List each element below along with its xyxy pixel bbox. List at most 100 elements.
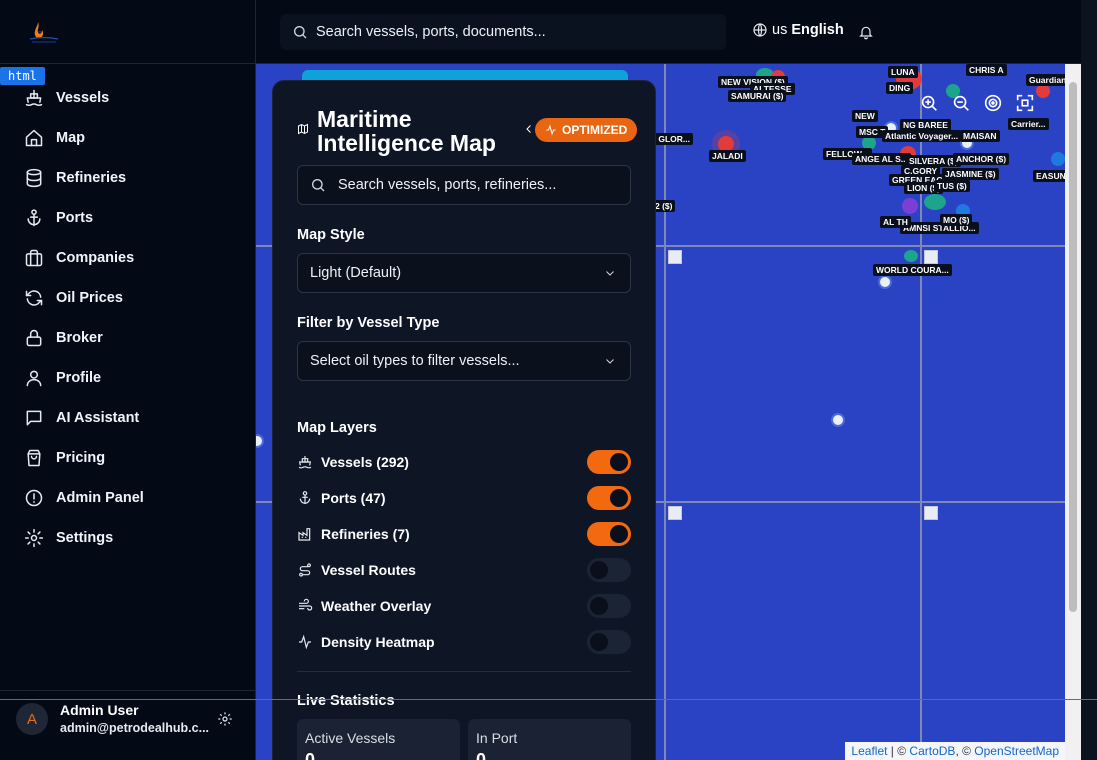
user-settings-icon[interactable]: [217, 711, 233, 727]
vessel-label[interactable]: TUS ($): [934, 180, 970, 192]
layer-weather-overlay: Weather Overlay: [297, 592, 631, 620]
panel-title: Maritime Intelligence Map: [317, 106, 496, 156]
topbar: us English: [256, 0, 1081, 64]
port-marker[interactable]: [878, 275, 892, 289]
sidebar-item-label: Profile: [56, 370, 102, 386]
optimized-badge: OPTIMIZED: [535, 118, 638, 142]
map-icon: [298, 123, 308, 135]
sidebar-item-companies[interactable]: Companies: [0, 238, 255, 278]
globe-icon: [753, 23, 767, 37]
stat-value: 0: [305, 750, 316, 760]
vessel-label[interactable]: NEW: [852, 110, 878, 122]
refineries-toggle[interactable]: [587, 522, 631, 546]
map-tile-border: [664, 64, 666, 760]
language-selector[interactable]: us English: [752, 22, 844, 38]
wind-icon: [299, 598, 313, 611]
port-marker[interactable]: [256, 434, 264, 448]
search-icon: [312, 179, 325, 192]
stat-card-in-port: In Port 0: [468, 719, 631, 760]
layer-refineries: Refineries (7): [297, 520, 631, 548]
activity-icon: [299, 634, 311, 650]
notification-bell-icon[interactable]: [858, 24, 874, 40]
vessel-label[interactable]: MO ($): [940, 214, 973, 226]
vessel-label[interactable]: EASUN: [1033, 170, 1065, 182]
activity-icon: [546, 124, 556, 136]
target-icon[interactable]: [982, 92, 1004, 114]
vessel-marker[interactable]: [904, 250, 918, 262]
briefcase-icon: [25, 249, 43, 267]
scroll-thumb[interactable]: [1069, 82, 1077, 612]
zoom-out-icon[interactable]: [950, 92, 972, 114]
vessel-label[interactable]: CHRIS A: [966, 64, 1007, 76]
vessel-label[interactable]: WORLD COURA...: [873, 264, 952, 276]
home-icon: [25, 129, 43, 147]
map-style-select[interactable]: Light (Default): [297, 253, 631, 293]
anchor-icon: [27, 209, 41, 227]
chevron-left-icon[interactable]: [523, 123, 535, 135]
vessel-label[interactable]: Guardian: [1026, 74, 1065, 86]
sidebar-item-label: Admin Panel: [56, 490, 144, 506]
vessel-label[interactable]: MAISAN: [960, 130, 1000, 142]
vessel-marker[interactable]: [924, 194, 946, 210]
layer-density-heatmap: Density Heatmap: [297, 628, 631, 656]
vessel-routes-toggle[interactable]: [587, 558, 631, 582]
vessel-label[interactable]: JASMINE ($): [942, 168, 999, 180]
panel-search: [297, 165, 631, 205]
vessel-type-filter[interactable]: Select oil types to filter vessels...: [297, 341, 631, 381]
sidebar-item-label: Broker: [56, 330, 103, 346]
vessel-label[interactable]: LUNA: [888, 66, 918, 78]
sidebar-item-admin-panel[interactable]: Admin Panel: [0, 478, 255, 518]
vessel-marker[interactable]: [1051, 152, 1065, 166]
avatar[interactable]: A: [16, 703, 48, 735]
chevron-down-icon: [606, 359, 614, 364]
density-heatmap-toggle[interactable]: [587, 630, 631, 654]
ports-toggle[interactable]: [587, 486, 631, 510]
layer-label: Density Heatmap: [321, 634, 435, 650]
refresh-icon: [25, 290, 43, 306]
sidebar-item-refineries[interactable]: Refineries: [0, 158, 255, 198]
badge-label: OPTIMIZED: [562, 123, 628, 137]
fullscreen-icon[interactable]: [1014, 92, 1036, 114]
port-marker[interactable]: [831, 413, 845, 427]
vessel-label[interactable]: Carrier...: [1008, 118, 1049, 130]
logo-area: [0, 0, 255, 64]
page-scrollbar[interactable]: [1065, 64, 1081, 760]
panel-search-input[interactable]: [338, 177, 618, 193]
weather-overlay-toggle[interactable]: [587, 594, 631, 618]
vessel-marker[interactable]: [902, 198, 918, 214]
layer-label: Vessel Routes: [321, 562, 416, 578]
sidebar-item-pricing[interactable]: Pricing: [0, 438, 255, 478]
sidebar-item-map[interactable]: Map: [0, 118, 255, 158]
vessel-label[interactable]: DING: [886, 82, 914, 94]
ship-icon: [298, 456, 312, 469]
lock-icon: [26, 329, 42, 347]
zoom-in-icon[interactable]: [918, 92, 940, 114]
vessel-marker[interactable]: [1036, 84, 1050, 98]
leaflet-link[interactable]: Leaflet: [851, 744, 887, 758]
global-search: [280, 14, 726, 50]
sidebar-item-settings[interactable]: Settings: [0, 518, 255, 558]
vessel-label[interactable]: ANCHOR ($): [953, 153, 1010, 165]
vessel-label[interactable]: AL TH: [880, 216, 911, 228]
global-search-input[interactable]: [316, 24, 716, 40]
bag-icon: [27, 449, 41, 467]
sidebar-item-vessels[interactable]: Vessels: [0, 78, 255, 118]
sidebar-item-ports[interactable]: Ports: [0, 198, 255, 238]
layer-vessel-routes: Vessel Routes: [297, 556, 631, 584]
cartodb-link[interactable]: CartoDB: [909, 744, 955, 758]
sidebar-item-oil-prices[interactable]: Oil Prices: [0, 278, 255, 318]
vessel-label[interactable]: SAMURAI ($): [728, 90, 787, 102]
vessel-label[interactable]: Atlantic Voyager...: [882, 130, 962, 142]
vessel-label[interactable]: ANGE AL S...: [852, 153, 911, 165]
selection-guide-line: [0, 699, 1097, 700]
openstreetmap-link[interactable]: OpenStreetMap: [974, 744, 1059, 758]
sidebar-item-profile[interactable]: Profile: [0, 358, 255, 398]
vessel-label[interactable]: JALADI: [709, 150, 746, 162]
sidebar-item-broker[interactable]: Broker: [0, 318, 255, 358]
vessel-label[interactable]: NG BAREE: [900, 119, 951, 131]
sidebar-item-ai-assistant[interactable]: AI Assistant: [0, 398, 255, 438]
layer-label: Refineries (7): [321, 526, 410, 542]
sidebar-item-label: Settings: [56, 530, 114, 546]
vessels-toggle[interactable]: [587, 450, 631, 474]
petrodealhub-logo[interactable]: [28, 18, 60, 46]
